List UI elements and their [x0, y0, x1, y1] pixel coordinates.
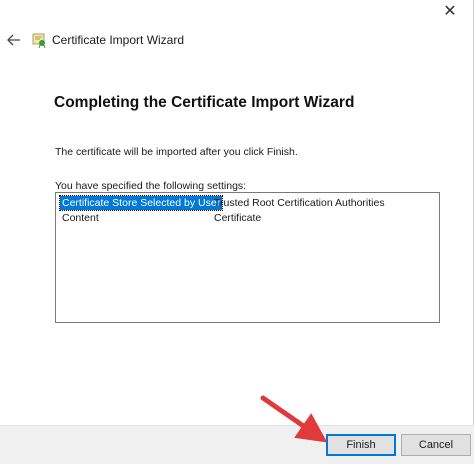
close-icon[interactable]: ✕: [439, 2, 461, 20]
back-button[interactable]: [4, 30, 24, 50]
cancel-button[interactable]: Cancel: [401, 434, 471, 456]
setting-value: Certificate: [214, 212, 262, 224]
setting-key: Content: [62, 212, 99, 224]
page-heading: Completing the Certificate Import Wizard: [54, 94, 355, 111]
dialog-window: ✕ Certificate Import Wizard Completing t…: [0, 0, 474, 464]
finish-button[interactable]: Finish: [326, 434, 396, 456]
settings-list[interactable]: Certificate Store Selected by User Trust…: [55, 192, 440, 323]
wizard-titlebar: Certificate Import Wizard: [0, 28, 474, 54]
info-text: The certificate will be imported after y…: [55, 146, 298, 158]
certificate-wizard-icon: [32, 33, 46, 48]
button-bar: Finish Cancel: [0, 425, 474, 464]
back-arrow-icon: [7, 34, 20, 46]
settings-label: You have specified the following setting…: [55, 180, 247, 192]
setting-key: Certificate Store Selected by User: [58, 195, 224, 211]
setting-value: Trusted Root Certification Authorities: [214, 197, 385, 209]
wizard-title: Certificate Import Wizard: [52, 33, 185, 47]
